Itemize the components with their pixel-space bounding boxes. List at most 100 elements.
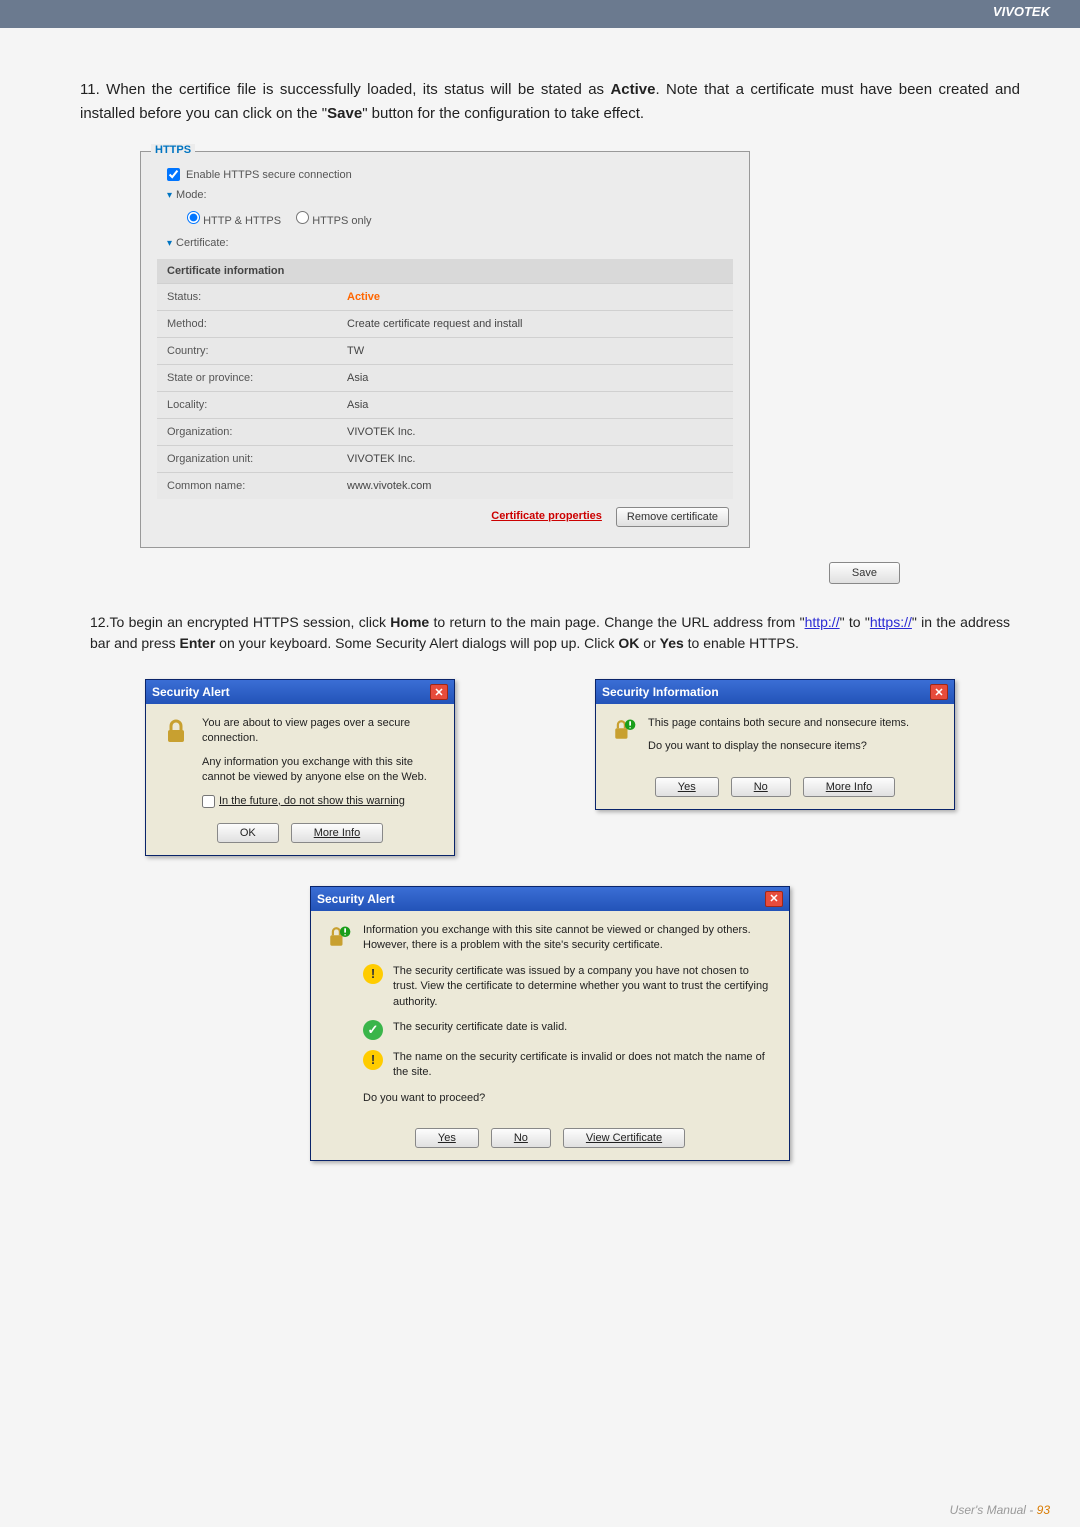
more-info-button[interactable]: More Info (291, 823, 383, 843)
yes-button[interactable]: Yes (655, 777, 719, 797)
cert-status-ok: ✓ The security certificate date is valid… (363, 1020, 775, 1040)
no-button[interactable]: No (731, 777, 791, 797)
save-button[interactable]: Save (829, 562, 900, 584)
dialog-buttons: OK More Info (160, 823, 440, 843)
http-link: http:// (805, 614, 840, 630)
value: www.vivotek.com (347, 480, 431, 492)
active-word: Active (610, 81, 655, 98)
dialog-row-top: Security Alert ✕ You are about to view p… (80, 679, 1020, 856)
t: To begin an encrypted HTTPS session, cli… (109, 614, 390, 630)
chevron-down-icon: ▾ (167, 238, 172, 249)
ok-button[interactable]: OK (217, 823, 279, 843)
warning-lock-icon (610, 716, 638, 744)
cert-properties-link[interactable]: Certificate properties (483, 507, 610, 527)
label: Method: (167, 318, 347, 330)
text: " button for the configuration to take e… (362, 105, 644, 122)
row-org: Organization:VIVOTEK Inc. (157, 418, 733, 445)
row-orgunit: Organization unit:VIVOTEK Inc. (157, 445, 733, 472)
save-row: Save (80, 562, 900, 584)
cert-status-warn-2: ! The name on the security certificate i… (363, 1050, 775, 1081)
close-icon[interactable]: ✕ (930, 684, 948, 700)
titlebar: Security Information ✕ (596, 680, 954, 704)
label: Locality: (167, 399, 347, 411)
security-alert-dialog-1: Security Alert ✕ You are about to view p… (145, 679, 455, 856)
https-panel: HTTPS Enable HTTPS secure connection ▾ M… (140, 151, 750, 548)
step-12: 12.To begin an encrypted HTTPS session, … (80, 612, 1020, 654)
t: to enable HTTPS. (684, 635, 799, 651)
t: " to " (840, 614, 870, 630)
step-num: 12. (90, 614, 109, 630)
cert-row-header[interactable]: ▾ Certificate: (157, 233, 733, 253)
cert-buttons: Certificate properties Remove certificat… (157, 499, 733, 527)
line1: This page contains both secure and nonse… (648, 716, 909, 731)
cert-label: Certificate: (176, 237, 229, 249)
footer-text: User's Manual - (950, 1503, 1037, 1517)
opt1-label: HTTP & HTTPS (203, 215, 281, 227)
step-11: 11. When the certifice file is successfu… (80, 78, 1020, 126)
check-icon: ✓ (363, 1020, 383, 1040)
mode-opt-https-only[interactable]: HTTPS only (296, 215, 371, 227)
title: Security Information (602, 685, 719, 699)
titlebar: Security Alert ✕ (146, 680, 454, 704)
yes-button[interactable]: Yes (415, 1128, 479, 1148)
radio-https-only[interactable] (296, 211, 309, 224)
value: Asia (347, 399, 368, 411)
row-locality: Locality:Asia (157, 391, 733, 418)
cert-info-header: Certificate information (157, 259, 733, 283)
line1: You are about to view pages over a secur… (202, 716, 440, 747)
no-button[interactable]: No (491, 1128, 551, 1148)
mode-label: Mode: (176, 189, 207, 201)
title: Security Alert (152, 685, 230, 699)
view-cert-button[interactable]: View Certificate (563, 1128, 685, 1148)
close-icon[interactable]: ✕ (765, 891, 783, 907)
enable-row: Enable HTTPS secure connection (157, 164, 733, 185)
label: Status: (167, 291, 347, 303)
header-bar: VIVOTEK (0, 0, 1080, 28)
line2: Do you want to display the nonsecure ite… (648, 739, 909, 754)
future-checkbox[interactable] (202, 795, 215, 808)
t: or (639, 635, 659, 651)
dialog-buttons: Yes No View Certificate (325, 1128, 775, 1148)
label: Common name: (167, 480, 347, 492)
https-link: https:// (870, 614, 912, 630)
label: Country: (167, 345, 347, 357)
home-word: Home (390, 614, 429, 630)
footer: User's Manual - 93 (950, 1503, 1050, 1517)
warning-icon: ! (363, 964, 383, 984)
enable-checkbox[interactable] (167, 168, 180, 181)
intro: Information you exchange with this site … (363, 923, 775, 954)
value-active: Active (347, 291, 380, 303)
mode-options: HTTP & HTTPS HTTPS only (157, 205, 733, 233)
value: VIVOTEK Inc. (347, 453, 415, 465)
page-number: 93 (1037, 1503, 1050, 1517)
mode-opt-http-https[interactable]: HTTP & HTTPS (187, 215, 281, 227)
enable-label: Enable HTTPS secure connection (186, 169, 352, 181)
dialog-text: This page contains both secure and nonse… (648, 716, 909, 763)
label: Organization: (167, 426, 347, 438)
mode-row[interactable]: ▾ Mode: (157, 185, 733, 205)
row-country: Country:TW (157, 337, 733, 364)
ok-text: The security certificate date is valid. (393, 1020, 567, 1035)
lock-icon (160, 716, 192, 748)
save-word: Save (327, 105, 362, 122)
close-icon[interactable]: ✕ (430, 684, 448, 700)
panel-legend: HTTPS (151, 144, 195, 156)
content-area: 11. When the certifice file is successfu… (0, 28, 1080, 1191)
more-info-button[interactable]: More Info (803, 777, 895, 797)
t: on your keyboard. Some Security Alert di… (215, 635, 618, 651)
chk-label: In the future, do not show this warning (219, 794, 405, 809)
opt2-label: HTTPS only (312, 215, 371, 227)
security-information-dialog: Security Information ✕ This page contain… (595, 679, 955, 810)
warn-text-1: The security certificate was issued by a… (393, 964, 775, 1010)
security-alert-dialog-2: Security Alert ✕ Information you exchang… (310, 886, 790, 1161)
dialog-body: You are about to view pages over a secur… (146, 704, 454, 855)
warning-lock-icon (325, 923, 353, 951)
value: Asia (347, 372, 368, 384)
cert-info-table: Status:Active Method:Create certificate … (157, 283, 733, 499)
row-method: Method:Create certificate request and in… (157, 310, 733, 337)
remove-cert-button[interactable]: Remove certificate (616, 507, 729, 527)
radio-http-https[interactable] (187, 211, 200, 224)
brand-label: VIVOTEK (993, 4, 1050, 19)
dialog-text: Information you exchange with this site … (363, 923, 775, 1114)
label: State or province: (167, 372, 347, 384)
